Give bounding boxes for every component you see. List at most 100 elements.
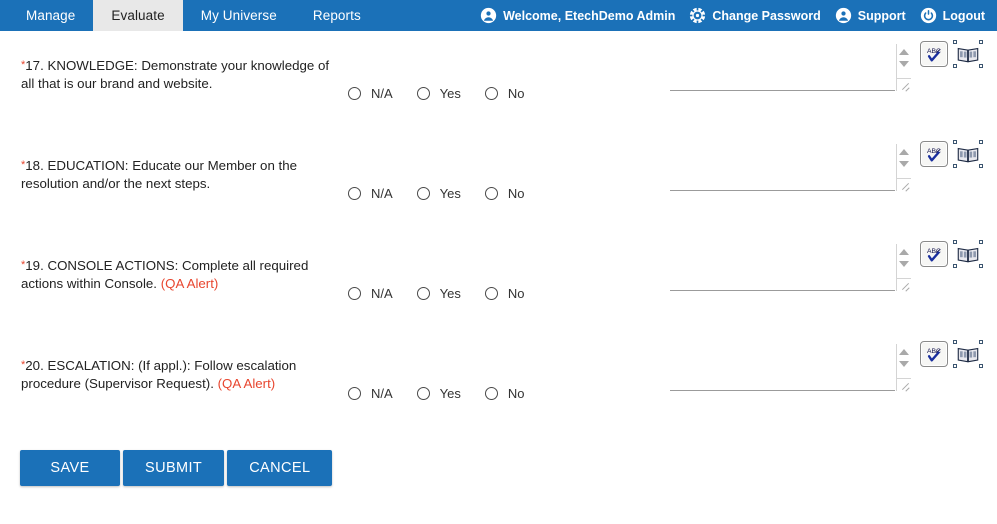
radio-circle-icon[interactable]	[416, 387, 430, 400]
resize-grip-icon[interactable]	[896, 178, 911, 191]
comment-input[interactable]	[670, 344, 895, 391]
form-action-bar: SAVE SUBMIT CANCEL	[20, 450, 333, 486]
scroll-down-arrow-icon[interactable]	[899, 61, 909, 67]
open-book-icon	[957, 347, 979, 362]
scroll-up-arrow-icon[interactable]	[899, 349, 909, 355]
radio-option-yes[interactable]: Yes	[416, 386, 461, 401]
question-row: *19. CONSOLE ACTIONS: Complete all requi…	[0, 231, 997, 331]
selection-handle[interactable]	[979, 240, 983, 244]
selection-handle[interactable]	[979, 364, 983, 368]
nav-tab-my-universe[interactable]: My Universe	[183, 0, 295, 31]
radio-circle-icon[interactable]	[484, 287, 498, 300]
question-title: ESCALATION:	[47, 358, 135, 373]
spellcheck-button[interactable]: ABC	[920, 341, 948, 367]
selection-handle[interactable]	[979, 164, 983, 168]
radio-circle-icon[interactable]	[416, 87, 430, 100]
radio-option-no[interactable]: No	[484, 86, 525, 101]
comment-tools: ABC	[920, 340, 983, 368]
question-number: 19.	[25, 258, 44, 273]
spellcheck-button[interactable]: ABC	[920, 141, 948, 167]
nav-link-welcome-etechdemo-admin[interactable]: Welcome, EtechDemo Admin	[480, 7, 675, 24]
spellcheck-button[interactable]: ABC	[920, 41, 948, 67]
radio-option-no[interactable]: No	[484, 386, 525, 401]
nav-tab-manage[interactable]: Manage	[8, 0, 93, 31]
scroll-up-arrow-icon[interactable]	[899, 149, 909, 155]
answer-options: N/A Yes No	[348, 286, 525, 301]
radio-option-na[interactable]: N/A	[348, 386, 393, 401]
selection-handle[interactable]	[979, 140, 983, 144]
selection-handle[interactable]	[953, 340, 957, 344]
comment-tools: ABC	[920, 140, 983, 168]
answer-options: N/A Yes No	[348, 386, 525, 401]
radio-circle-icon[interactable]	[484, 387, 498, 400]
nav-link-label: Logout	[942, 8, 985, 23]
nav-link-logout[interactable]: Logout	[920, 7, 985, 24]
resize-grip-icon[interactable]	[896, 78, 911, 91]
nav-link-support[interactable]: Support	[835, 7, 906, 24]
question-number: 17.	[25, 58, 44, 73]
comment-tools: ABC	[920, 240, 983, 268]
selection-handle[interactable]	[979, 40, 983, 44]
scroll-down-arrow-icon[interactable]	[899, 261, 909, 267]
dictionary-book-button[interactable]	[953, 140, 983, 168]
question-title: EDUCATION:	[47, 158, 129, 173]
radio-circle-icon[interactable]	[416, 187, 430, 200]
nav-link-change-password[interactable]: Change Password	[689, 7, 821, 24]
selection-handle[interactable]	[953, 240, 957, 244]
nav-link-label: Change Password	[712, 8, 821, 23]
selection-handle[interactable]	[979, 340, 983, 344]
scroll-up-arrow-icon[interactable]	[899, 49, 909, 55]
top-navigation-bar: Manage Evaluate My Universe Reports Welcome…	[0, 0, 997, 31]
scroll-down-arrow-icon[interactable]	[899, 361, 909, 367]
radio-option-yes[interactable]: Yes	[416, 86, 461, 101]
resize-grip-icon[interactable]	[896, 278, 911, 291]
radio-circle-icon[interactable]	[348, 187, 361, 200]
radio-option-yes[interactable]: Yes	[416, 286, 461, 301]
comment-input[interactable]	[670, 144, 895, 191]
selection-handle[interactable]	[979, 264, 983, 268]
radio-circle-icon[interactable]	[416, 287, 430, 300]
radio-option-na[interactable]: N/A	[348, 86, 393, 101]
qa-alert-label: (QA Alert)	[160, 275, 219, 291]
dictionary-book-button[interactable]	[953, 40, 983, 68]
save-button[interactable]: SAVE	[20, 450, 120, 486]
selection-handle[interactable]	[953, 264, 957, 268]
comment-input[interactable]	[670, 244, 895, 291]
spellcheck-button[interactable]: ABC	[920, 241, 948, 267]
comment-input[interactable]	[670, 44, 895, 91]
radio-circle-icon[interactable]	[348, 87, 361, 100]
selection-handle[interactable]	[953, 140, 957, 144]
selection-handle[interactable]	[979, 64, 983, 68]
question-number: 18.	[25, 158, 44, 173]
scroll-up-arrow-icon[interactable]	[899, 249, 909, 255]
radio-option-yes[interactable]: Yes	[416, 186, 461, 201]
open-book-icon	[957, 147, 979, 162]
radio-circle-icon[interactable]	[348, 287, 361, 300]
dictionary-book-button[interactable]	[953, 340, 983, 368]
nav-tab-evaluate[interactable]: Evaluate	[93, 0, 183, 31]
selection-handle[interactable]	[953, 164, 957, 168]
nav-tab-reports[interactable]: Reports	[295, 0, 379, 31]
comment-tools: ABC	[920, 40, 983, 68]
power-icon	[920, 7, 936, 24]
radio-circle-icon[interactable]	[484, 187, 498, 200]
scroll-down-arrow-icon[interactable]	[899, 161, 909, 167]
radio-option-no[interactable]: No	[484, 186, 525, 201]
radio-circle-icon[interactable]	[348, 387, 361, 400]
qa-alert-label: (QA Alert)	[217, 375, 276, 391]
radio-circle-icon[interactable]	[484, 87, 498, 100]
selection-handle[interactable]	[953, 40, 957, 44]
evaluation-form-page: Manage Evaluate My Universe Reports Welcome…	[0, 0, 997, 524]
selection-handle[interactable]	[953, 64, 957, 68]
resize-grip-icon[interactable]	[896, 378, 911, 391]
submit-button[interactable]: SUBMIT	[123, 450, 225, 486]
question-row: *18. EDUCATION: Educate our Member on th…	[0, 131, 997, 231]
dictionary-book-button[interactable]	[953, 240, 983, 268]
cancel-button[interactable]: CANCEL	[227, 450, 333, 486]
radio-option-na[interactable]: N/A	[348, 186, 393, 201]
radio-option-no[interactable]: No	[484, 286, 525, 301]
question-text: *18. EDUCATION: Educate our Member on th…	[21, 157, 341, 192]
radio-option-na[interactable]: N/A	[348, 286, 393, 301]
question-title: CONSOLE ACTIONS:	[47, 258, 179, 273]
selection-handle[interactable]	[953, 364, 957, 368]
